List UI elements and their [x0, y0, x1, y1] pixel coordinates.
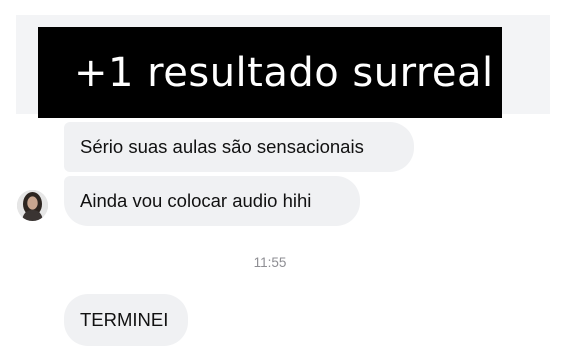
message-bubble[interactable]: TERMINEI [64, 294, 188, 346]
chat-screen: +1 resultado surreal Sério suas aulas sã… [0, 0, 570, 355]
message-timestamp: 11:55 [253, 255, 287, 270]
message-text: Ainda vou colocar audio hihi [80, 190, 312, 211]
avatar[interactable] [17, 190, 48, 221]
message-text: TERMINEI [80, 309, 169, 330]
message-text: Sério suas aulas são sensacionais [80, 136, 364, 157]
avatar-photo-icon [17, 190, 48, 221]
result-banner: +1 resultado surreal [38, 27, 502, 118]
banner-text: +1 resultado surreal [74, 49, 494, 96]
message-bubble[interactable]: Ainda vou colocar audio hihi [64, 176, 360, 226]
message-bubble[interactable]: Sério suas aulas são sensacionais [64, 122, 414, 172]
